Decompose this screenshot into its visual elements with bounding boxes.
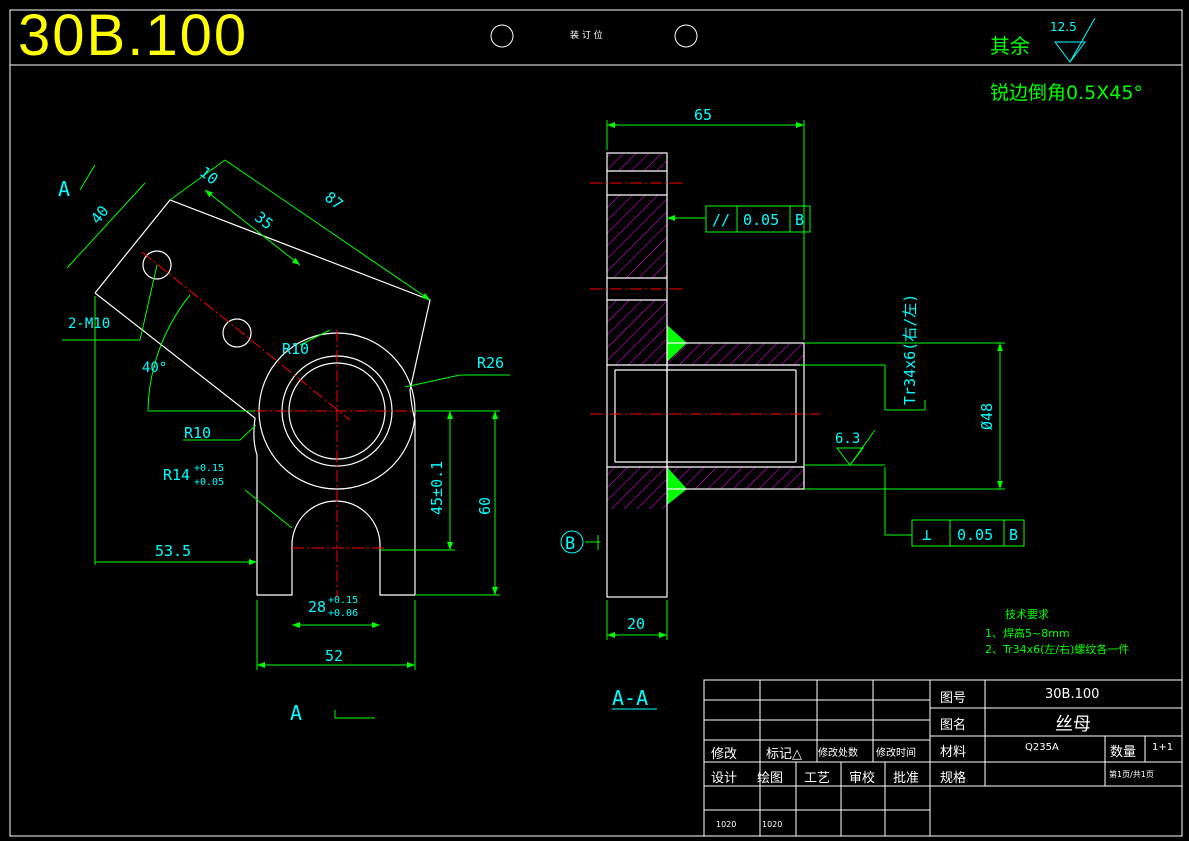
binding-hole-left: [490, 24, 514, 48]
perp-datum: B: [1009, 526, 1018, 544]
notes-title: 技术要求: [1005, 608, 1049, 621]
sign-header: 设计: [711, 771, 738, 786]
drawing-no-value: 30B.100: [1045, 687, 1100, 702]
binding-label: 装 订 位: [570, 31, 603, 41]
note-item: 1、焊高5~8mm: [985, 627, 1070, 640]
drawing-frame: [9, 9, 1183, 837]
dim-52: 52: [325, 647, 343, 665]
roughness-6-3: 6.3: [835, 431, 860, 447]
dim-65: 65: [694, 106, 712, 124]
remain-label: 其余: [990, 34, 1030, 58]
dim-87: 87: [321, 188, 346, 213]
drawing-no-label: 图号: [940, 691, 967, 706]
note-item: 2、Tr34x6(左/右)螺纹各一件: [985, 643, 1130, 656]
name-label: 图名: [940, 718, 967, 733]
perp-value: 0.05: [957, 526, 993, 544]
drawing-number-title: 30B.100: [18, 3, 249, 68]
sign-value: 1020: [762, 820, 783, 829]
dim-10: 10: [196, 163, 221, 188]
dia-48: Ø48: [978, 403, 996, 430]
material-label: 材料: [940, 745, 967, 760]
sign-header: 审校: [849, 771, 876, 786]
thread-callout: Tr34x6(右/左): [901, 294, 919, 405]
cad-drawing: A A 40 10 35 87 2-M10 40° R10 R26 R10 R1…: [9, 9, 1183, 837]
datum-b: B: [565, 534, 575, 554]
parallel-symbol: //: [712, 211, 730, 229]
holes-callout: 2-M10: [68, 316, 110, 332]
r10-left: R10: [184, 424, 211, 442]
r14-tol-up: +0.15: [194, 463, 224, 474]
section-mark-bottom: A: [290, 701, 302, 725]
r26: R26: [477, 354, 504, 372]
r10-top: R10: [282, 340, 309, 358]
section-label-aa: A-A: [612, 686, 648, 710]
dim-45: 45±0.1: [428, 461, 446, 515]
r14: R14: [163, 466, 190, 484]
dim-28-tol-dn: +0.06: [328, 608, 358, 619]
r14-tol-dn: +0.05: [194, 477, 224, 488]
remain-roughness: 12.5: [1050, 20, 1077, 34]
material-value: Q235A: [1025, 742, 1059, 753]
spec-label: 规格: [940, 771, 967, 786]
parallel-datum: B: [795, 211, 804, 229]
dim-53-5: 53.5: [155, 542, 191, 560]
sign-value: 1020: [716, 820, 737, 829]
rev-header: 修改时间: [876, 748, 916, 759]
sign-header: 绘图: [757, 771, 784, 786]
dim-60: 60: [476, 497, 494, 515]
dim-40: 40: [87, 202, 112, 227]
chamfer-note: 锐边倒角0.5X45°: [990, 82, 1143, 104]
rev-header: 修改处数: [818, 748, 858, 759]
dim-20: 20: [627, 615, 645, 633]
rev-header: 标记△: [766, 747, 802, 762]
page-info: 第1页/共1页: [1109, 770, 1154, 779]
qty-label: 数量: [1110, 745, 1137, 760]
name-value: 丝母: [1055, 714, 1091, 735]
sign-header: 批准: [893, 771, 920, 786]
left-view-dimensions: [62, 159, 510, 719]
angle-40: 40°: [142, 360, 167, 376]
perp-symbol: ⊥: [922, 525, 932, 544]
qty-value: 1+1: [1152, 742, 1174, 753]
section-mark-top: A: [58, 177, 70, 201]
sign-header: 工艺: [804, 771, 831, 786]
rev-header: 修改: [711, 747, 738, 762]
dim-28: 28: [308, 598, 326, 616]
dim-28-tol-up: +0.15: [328, 595, 358, 606]
binding-hole-right: [674, 24, 698, 48]
left-view-outline: [94, 199, 431, 596]
parallel-value: 0.05: [743, 211, 779, 229]
